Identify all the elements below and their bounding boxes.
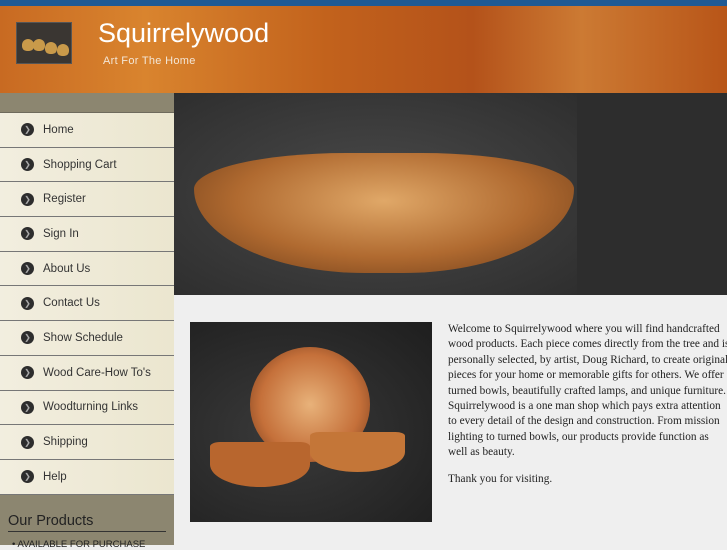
nav-item-home[interactable]: ❯ Home (0, 113, 174, 148)
nav-item-help[interactable]: ❯ Help (0, 459, 174, 495)
nav-item-label: Woodturning Links (43, 401, 139, 414)
nav-item-label: Home (43, 123, 74, 136)
nav-item-shopping-cart[interactable]: ❯ Shopping Cart (0, 147, 174, 183)
nav-item-label: About Us (43, 262, 91, 275)
arrow-bullet-icon: ❯ (21, 296, 34, 310)
site-title[interactable]: Squirrelywood (98, 18, 269, 49)
arrow-bullet-icon: ❯ (21, 158, 34, 172)
nav-item-wood-care-how-to-s[interactable]: ❯ Wood Care-How To's (0, 355, 174, 391)
nav-item-shipping[interactable]: ❯ Shipping (0, 425, 174, 460)
arrow-bullet-icon: ❯ (21, 435, 34, 449)
nav-item-woodturning-links[interactable]: ❯ Woodturning Links (0, 390, 174, 426)
sidebar: ❯ Home ❯ Shopping Cart ❯ Register ❯ Sign In ❯ Abo… (0, 93, 174, 550)
arrow-bullet-icon: ❯ (21, 192, 34, 206)
arrow-bullet-icon: ❯ (21, 366, 34, 380)
arrow-bullet-icon: ❯ (21, 123, 34, 137)
nav-menu: ❯ Home ❯ Shopping Cart ❯ Register ❯ Sign In ❯ Abo… (0, 112, 174, 495)
burl-bowl (194, 153, 574, 273)
nav-item-register[interactable]: ❯ Register (0, 182, 174, 218)
nav-item-label: Show Schedule (43, 331, 123, 344)
nav-item-label: Contact Us (43, 297, 100, 310)
nav-item-about-us[interactable]: ❯ About Us (0, 251, 174, 287)
arrow-bullet-icon: ❯ (21, 470, 34, 484)
hero-bowl-image (174, 93, 577, 295)
arrow-bullet-icon: ❯ (21, 227, 34, 241)
nav-item-show-schedule[interactable]: ❯ Show Schedule (0, 321, 174, 356)
nav-item-label: Shipping (43, 436, 88, 449)
hero-side-panel (577, 93, 727, 295)
arrow-bullet-icon: ❯ (21, 262, 34, 276)
header: Squirrelywood Art For The Home (0, 6, 727, 93)
site-tagline: Art For The Home (103, 55, 196, 67)
nav-item-label: Sign In (43, 227, 79, 240)
nav-item-label: Help (43, 470, 67, 483)
nav-item-label: Wood Care-How To's (43, 366, 151, 379)
bowls-photo (190, 322, 432, 522)
nav-item-sign-in[interactable]: ❯ Sign In (0, 217, 174, 252)
arrow-bullet-icon: ❯ (21, 400, 34, 414)
nav-item-contact-us[interactable]: ❯ Contact Us (0, 286, 174, 322)
welcome-text: Welcome to Squirrelywood where you will … (448, 323, 727, 459)
logo-acorns-image[interactable] (16, 22, 72, 64)
arrow-bullet-icon: ❯ (21, 331, 34, 345)
nav-item-label: Shopping Cart (43, 158, 117, 171)
thanks-text: Thank you for visiting. (448, 472, 553, 485)
products-heading: Our Products (8, 513, 166, 532)
main-content: Welcome to Squirrelywood where you will … (448, 322, 727, 498)
nav-item-label: Register (43, 193, 86, 206)
